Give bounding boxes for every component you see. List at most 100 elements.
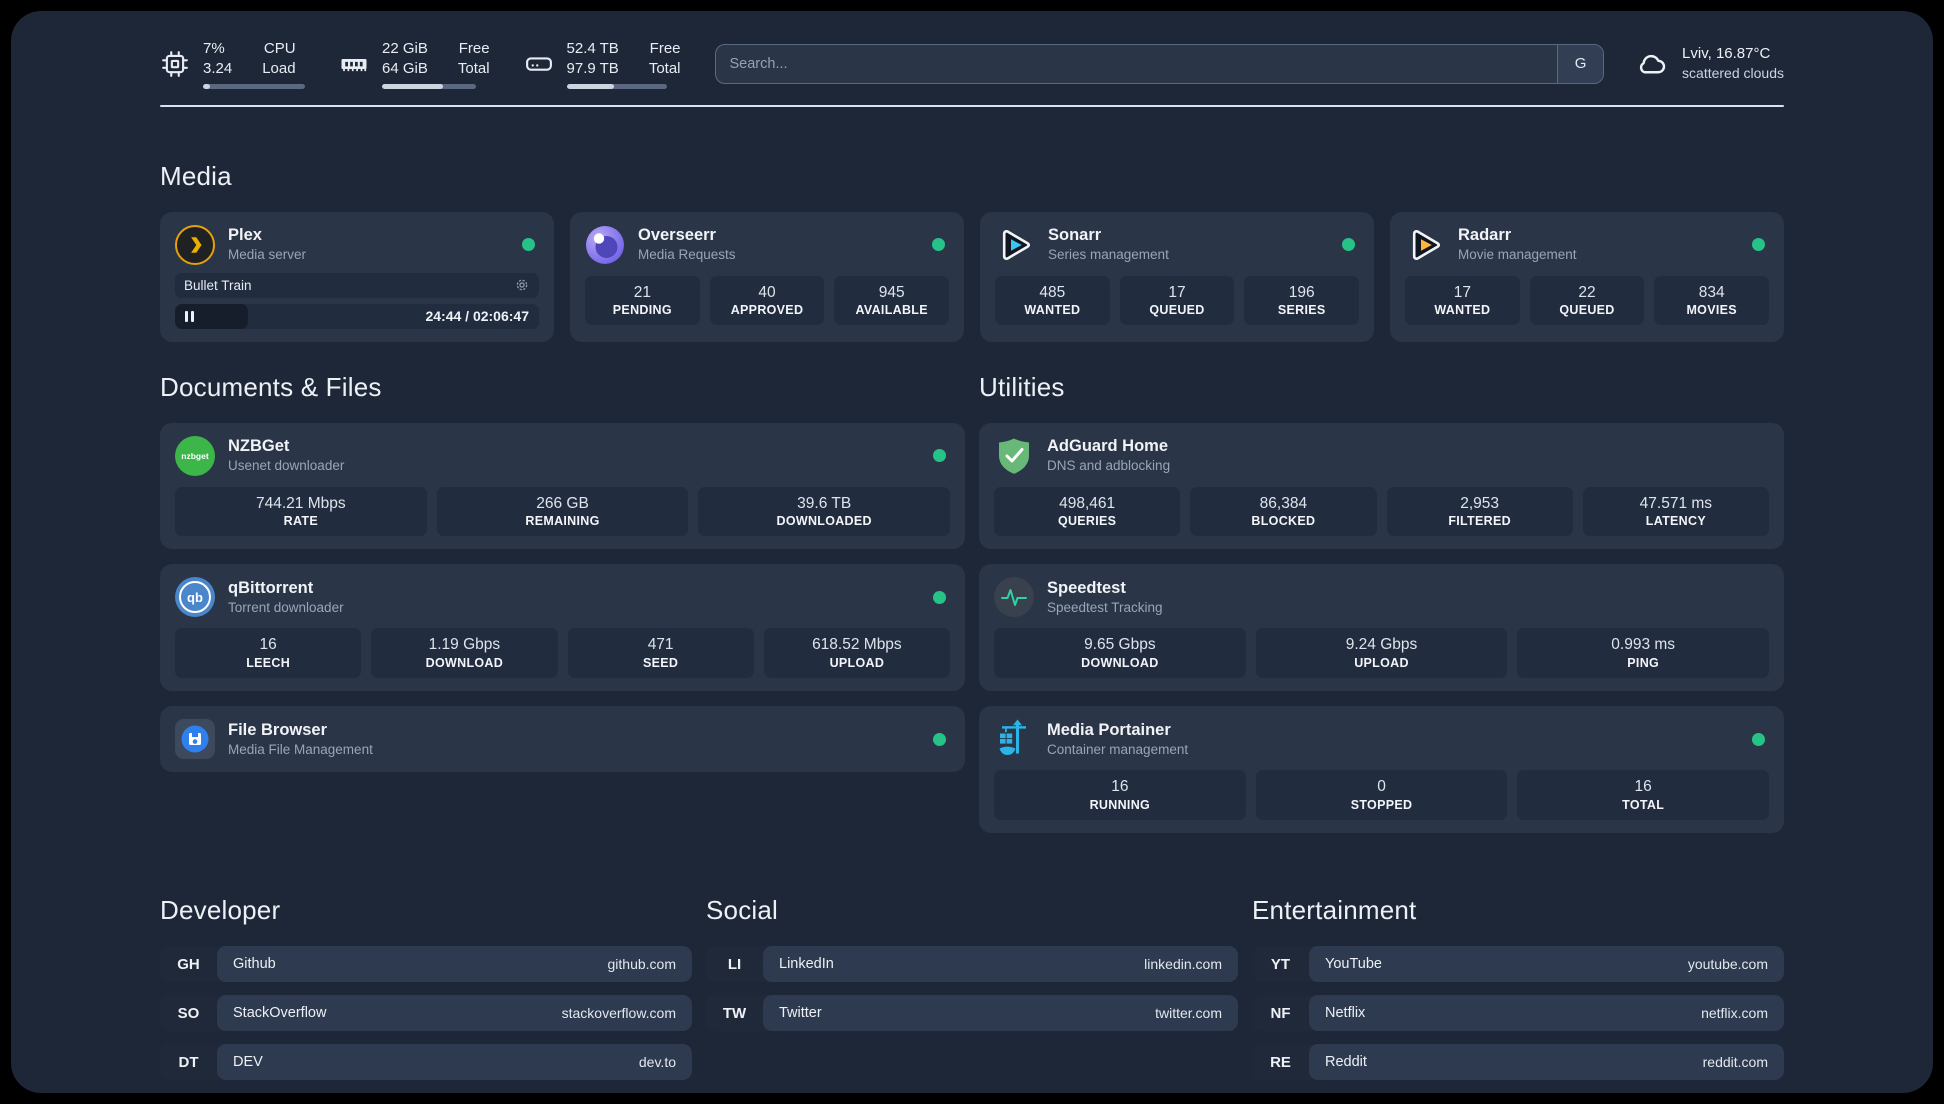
memory-stat: 22 GiB 64 GiB Free Total bbox=[339, 39, 490, 89]
link-name: Github bbox=[233, 956, 276, 973]
link-abbr: GH bbox=[177, 955, 200, 973]
app-card-nzbget[interactable]: nzbget NZBGet Usenet downloader 744.21 M… bbox=[160, 422, 965, 550]
search-bar: G bbox=[714, 43, 1605, 84]
link-name: LinkedIn bbox=[779, 956, 834, 973]
app-card-plex[interactable]: Plex Media server Bullet Train 24:44 / 0… bbox=[160, 211, 554, 342]
ram-icon bbox=[341, 58, 367, 71]
now-playing-row: Bullet Train bbox=[175, 272, 539, 298]
app-name: Sonarr bbox=[1048, 226, 1102, 244]
cpu-icon bbox=[162, 50, 188, 77]
app-description: Media Requests bbox=[638, 247, 736, 263]
ram-total-label: Total bbox=[457, 59, 490, 77]
app-name: Radarr bbox=[1458, 226, 1512, 244]
link-abbr: LI bbox=[727, 955, 742, 973]
stat-queued: 22 QUEUED bbox=[1529, 275, 1645, 326]
cpu-progress-bar bbox=[203, 84, 305, 89]
link-group-developer: Developer GH Github github.com SO StackO… bbox=[160, 895, 692, 1093]
link-stackoverflow[interactable]: SO StackOverflow stackoverflow.com bbox=[160, 995, 692, 1032]
portainer-icon bbox=[994, 719, 1034, 759]
overseerr-icon bbox=[585, 225, 625, 265]
weather-location: Lviv, 16.87°C bbox=[1682, 45, 1771, 63]
link-url: github.com bbox=[607, 956, 676, 973]
link-abbr: DT bbox=[178, 1053, 199, 1071]
app-name: Plex bbox=[228, 226, 262, 244]
top-bar: 7% 3.24 CPU Load 22 GiB 64 GiB Free Tota… bbox=[160, 39, 1784, 89]
app-card-qbittorrent[interactable]: qb qBittorrent Torrent downloader 16 LEE… bbox=[160, 564, 965, 692]
link-url: netflix.com bbox=[1701, 1005, 1768, 1022]
disk-icon bbox=[525, 57, 552, 71]
svg-text:qb: qb bbox=[187, 590, 203, 605]
stat-wanted: 17 WANTED bbox=[1405, 275, 1520, 326]
cpu-usage-value: 7% bbox=[203, 40, 225, 57]
ram-free-label: Free bbox=[458, 40, 490, 57]
link-group-entertainment: Entertainment YT YouTube youtube.com NF … bbox=[1252, 895, 1784, 1093]
app-description: Series management bbox=[1048, 247, 1169, 263]
stat-movies: 834 MOVIES bbox=[1654, 275, 1770, 326]
link-name: Reddit bbox=[1325, 1054, 1367, 1071]
link-name: YouTube bbox=[1325, 956, 1382, 973]
app-name: Speedtest bbox=[1047, 578, 1126, 597]
stat-downloaded: 39.6 TB DOWNLOADED bbox=[698, 486, 951, 537]
ram-progress-bar bbox=[382, 84, 476, 89]
link-youtube[interactable]: YT YouTube youtube.com bbox=[1252, 946, 1784, 983]
app-card-overseerr[interactable]: Overseerr Media Requests 21 PENDING 40 A… bbox=[570, 211, 964, 342]
filebrowser-icon bbox=[175, 719, 215, 760]
stat-wanted: 485 WANTED bbox=[995, 275, 1110, 326]
link-url: reddit.com bbox=[1702, 1054, 1768, 1071]
link-dev[interactable]: DT DEV dev.to bbox=[160, 1044, 692, 1081]
ram-free-value: 22 GiB bbox=[382, 40, 428, 57]
link-linkedin[interactable]: LI LinkedIn linkedin.com bbox=[706, 946, 1238, 983]
stat-queries: 498,461 QUERIES bbox=[994, 486, 1181, 537]
app-card-sonarr[interactable]: Sonarr Series management 485 WANTED 17 Q… bbox=[980, 211, 1374, 342]
stat-filtered: 2,953 FILTERED bbox=[1386, 486, 1573, 537]
disk-total-label: Total bbox=[648, 59, 681, 77]
system-stats: 7% 3.24 CPU Load 22 GiB 64 GiB Free Tota… bbox=[160, 39, 681, 89]
app-name: File Browser bbox=[228, 720, 328, 739]
link-abbr: NF bbox=[1270, 1004, 1291, 1022]
stat-seed: 471 SEED bbox=[567, 628, 754, 679]
link-name: Twitter bbox=[779, 1005, 822, 1022]
app-name: NZBGet bbox=[228, 437, 290, 455]
link-url: stackoverflow.com bbox=[561, 1005, 676, 1022]
stat-running: 16 RUNNING bbox=[994, 770, 1246, 821]
stat-stopped: 0 STOPPED bbox=[1255, 770, 1508, 821]
plex-icon bbox=[175, 224, 215, 265]
weather-condition: scattered clouds bbox=[1682, 65, 1784, 82]
app-description: DNS and adblocking bbox=[1047, 458, 1171, 474]
stat-total: 16 TOTAL bbox=[1517, 770, 1770, 821]
sonarr-icon bbox=[995, 225, 1035, 265]
now-playing-title: Bullet Train bbox=[184, 277, 252, 293]
link-url: youtube.com bbox=[1687, 956, 1768, 973]
stat-approved: 40 APPROVED bbox=[709, 275, 825, 326]
stat-upload: 618.52 Mbps UPLOAD bbox=[763, 628, 950, 679]
link-name: StackOverflow bbox=[233, 1005, 327, 1022]
settings-icon bbox=[514, 277, 530, 293]
cpu-stat: 7% 3.24 CPU Load bbox=[160, 39, 305, 89]
disk-progress-bar bbox=[566, 84, 667, 89]
app-card-portainer[interactable]: Media Portainer Container management 16 … bbox=[979, 706, 1784, 834]
app-card-speedtest[interactable]: Speedtest Speedtest Tracking 9.65 Gbps D… bbox=[979, 564, 1784, 692]
link-netflix[interactable]: NF Netflix netflix.com bbox=[1252, 995, 1784, 1032]
status-dot bbox=[1752, 732, 1765, 746]
section-title-media: Media bbox=[160, 160, 232, 191]
app-description: Media File Management bbox=[228, 742, 373, 758]
link-name: Netflix bbox=[1325, 1005, 1366, 1022]
status-dot bbox=[1752, 238, 1765, 251]
link-twitter[interactable]: TW Twitter twitter.com bbox=[706, 995, 1238, 1032]
app-name: qBittorrent bbox=[228, 578, 314, 597]
link-url: linkedin.com bbox=[1144, 956, 1222, 973]
stat-upload: 9.24 Gbps UPLOAD bbox=[1255, 628, 1508, 679]
stat-download: 9.65 Gbps DOWNLOAD bbox=[994, 628, 1246, 679]
section-title-social: Social bbox=[706, 895, 779, 926]
app-description: Speedtest Tracking bbox=[1047, 600, 1163, 616]
link-reddit[interactable]: RE Reddit reddit.com bbox=[1252, 1044, 1784, 1081]
link-github[interactable]: GH Github github.com bbox=[160, 946, 692, 983]
app-name: AdGuard Home bbox=[1047, 437, 1169, 455]
stat-remaining: 266 GB REMAINING bbox=[436, 486, 689, 537]
search-engine-button[interactable]: G bbox=[1557, 44, 1604, 83]
search-input[interactable] bbox=[715, 44, 1558, 83]
app-card-adguard[interactable]: AdGuard Home DNS and adblocking 498,461 … bbox=[979, 422, 1784, 550]
app-card-filebrowser[interactable]: File Browser Media File Management bbox=[160, 706, 965, 773]
app-card-radarr[interactable]: Radarr Movie management 17 WANTED 22 QUE… bbox=[1390, 211, 1784, 342]
stat-available: 945 AVAILABLE bbox=[834, 275, 950, 326]
